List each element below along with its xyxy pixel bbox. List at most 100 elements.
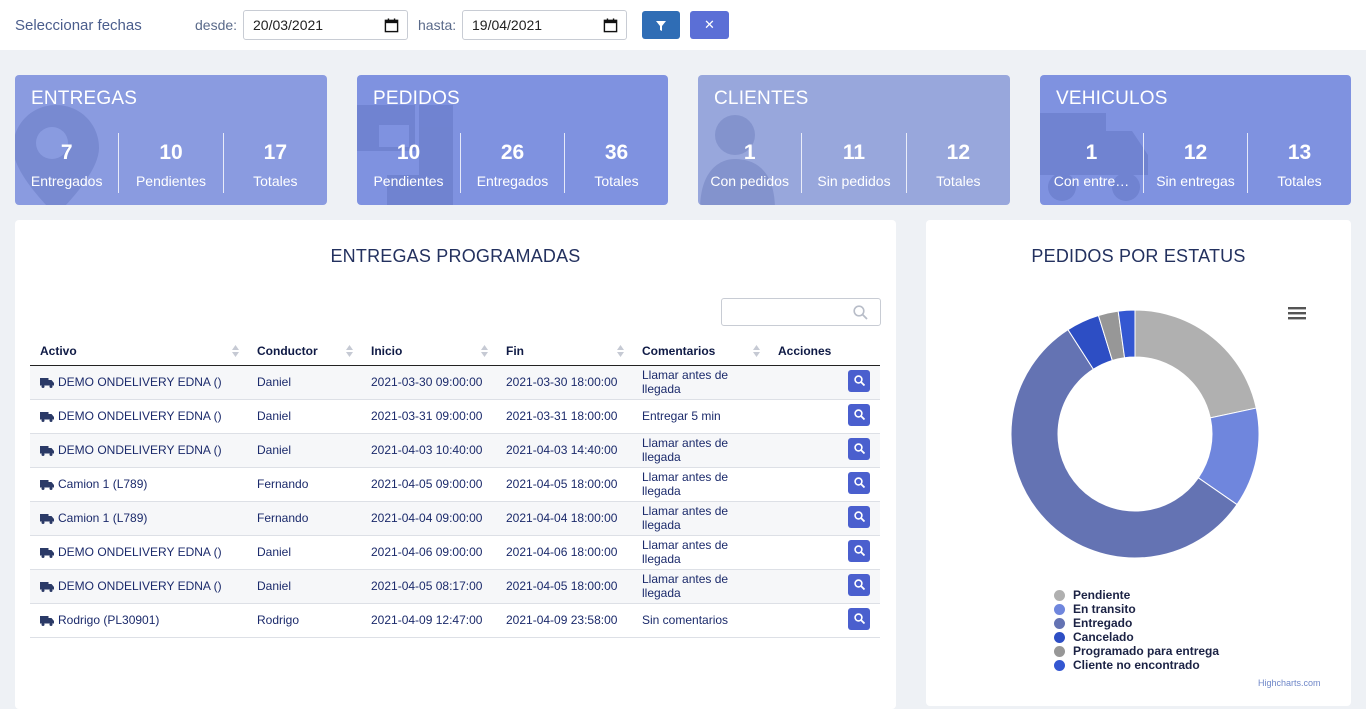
legend-label: Cliente no encontrado — [1073, 658, 1200, 672]
hamburger-menu-icon[interactable] — [1288, 306, 1306, 320]
column-header-acciones: Acciones — [768, 337, 880, 366]
view-button[interactable] — [848, 403, 870, 426]
legend-dot — [1054, 617, 1065, 629]
legend-item[interactable]: Programado para entrega — [1054, 644, 1219, 658]
stat: 11 Sin pedidos — [801, 133, 905, 193]
filter-label: Seleccionar fechas — [15, 17, 142, 34]
sort-icon — [346, 345, 353, 357]
asset-name: DEMO ONDELIVERY EDNA () — [58, 545, 222, 559]
stat-value: 7 — [60, 141, 73, 164]
table-row: DEMO ONDELIVERY EDNA () Daniel 2021-04-06 … — [30, 535, 880, 570]
stat: 10 Pendientes — [357, 133, 460, 193]
apply-filter-button[interactable] — [642, 11, 680, 39]
scheduled-deliveries-panel: ENTREGAS PROGRAMADAS Activo Conductor In… — [15, 220, 896, 709]
stat-caption: Entregados — [476, 173, 549, 189]
stat-value: 26 — [500, 141, 525, 164]
asset-name: Camion 1 (L789) — [58, 511, 148, 525]
from-date-input[interactable]: 20/03/2021 — [243, 10, 408, 40]
stat-value: 12 — [1183, 141, 1208, 164]
cell-activo: DEMO ONDELIVERY EDNA () — [30, 569, 247, 604]
cell-conductor: Daniel — [247, 433, 361, 468]
stat: 10 Pendientes — [118, 133, 222, 193]
pie-slice-pendiente[interactable] — [1134, 309, 1257, 419]
sort-icon — [232, 345, 239, 357]
search-icon — [854, 408, 865, 420]
stat-caption: Totales — [1277, 173, 1322, 189]
legend-item[interactable]: Pendiente — [1054, 588, 1219, 602]
stat-value: 11 — [842, 141, 866, 164]
legend-dot — [1054, 603, 1065, 615]
cell-comentarios: Llamar antes de llegada — [632, 467, 768, 502]
cell-acciones — [768, 535, 880, 570]
cell-inicio: 2021-03-30 09:00:00 — [361, 365, 496, 400]
cell-comentarios: Sin comentarios — [632, 603, 768, 638]
cell-conductor: Daniel — [247, 569, 361, 604]
truck-icon — [40, 445, 54, 456]
legend-dot — [1054, 631, 1065, 643]
calendar-icon[interactable] — [384, 18, 399, 33]
column-header-inicio[interactable]: Inicio — [361, 337, 496, 366]
column-header-fin[interactable]: Fin — [496, 337, 632, 366]
stat-value: 10 — [159, 141, 183, 164]
cell-comentarios: Llamar antes de llegada — [632, 535, 768, 570]
legend-dot — [1054, 659, 1065, 671]
legend-item[interactable]: En transito — [1054, 602, 1219, 616]
cell-fin: 2021-04-05 18:00:00 — [496, 569, 632, 604]
table-row: DEMO ONDELIVERY EDNA () Daniel 2021-03-30 … — [30, 365, 880, 400]
search-input[interactable] — [721, 298, 881, 326]
view-button[interactable] — [848, 607, 870, 630]
stat-value: 10 — [396, 141, 421, 164]
cell-comentarios: Entregar 5 min — [632, 399, 768, 434]
view-button[interactable] — [848, 573, 870, 596]
stat-caption: Con entre… — [1053, 173, 1130, 189]
legend-item[interactable]: Cliente no encontrado — [1054, 658, 1219, 672]
orders-by-status-panel: PEDIDOS POR ESTATUS Pendiente En transito… — [926, 220, 1351, 706]
legend-item[interactable]: Entregado — [1054, 616, 1219, 630]
cell-fin: 2021-03-30 18:00:00 — [496, 365, 632, 400]
clear-filter-button[interactable]: ✕ — [690, 11, 729, 39]
card-entregas: ENTREGAS 7 Entregados 10 Pendientes 17 Tota… — [15, 75, 327, 205]
cell-comentarios: Llamar antes de llegada — [632, 433, 768, 468]
view-button[interactable] — [848, 369, 870, 392]
truck-icon — [40, 411, 54, 422]
cell-activo: DEMO ONDELIVERY EDNA () — [30, 399, 247, 434]
card-title: PEDIDOS — [373, 88, 460, 109]
legend-item[interactable]: Cancelado — [1054, 630, 1219, 644]
close-icon: ✕ — [704, 17, 715, 32]
to-date-input[interactable]: 19/04/2021 — [462, 10, 627, 40]
stat: 17 Totales — [222, 133, 327, 193]
stat-caption: Con pedidos — [710, 173, 789, 189]
view-button[interactable] — [848, 505, 870, 528]
stat-caption: Pendientes — [373, 173, 444, 189]
card-title: CLIENTES — [714, 88, 809, 109]
cell-fin: 2021-04-05 18:00:00 — [496, 467, 632, 502]
cell-inicio: 2021-04-05 08:17:00 — [361, 569, 496, 604]
table-row: DEMO ONDELIVERY EDNA () Daniel 2021-03-31 … — [30, 399, 880, 434]
stat: 1 Con pedidos — [698, 133, 801, 193]
from-label: desde: — [195, 17, 238, 33]
cell-activo: DEMO ONDELIVERY EDNA () — [30, 535, 247, 570]
to-date-value: 19/04/2021 — [472, 17, 543, 33]
truck-icon — [40, 377, 54, 388]
view-button[interactable] — [848, 437, 870, 460]
card-title: VEHICULOS — [1056, 88, 1168, 109]
view-button[interactable] — [848, 471, 870, 494]
search-icon — [854, 374, 865, 386]
table-row: DEMO ONDELIVERY EDNA () Daniel 2021-04-03 … — [30, 433, 880, 468]
column-header-activo[interactable]: Activo — [30, 337, 247, 366]
cell-acciones — [768, 569, 880, 604]
stat: 26 Entregados — [460, 133, 564, 193]
column-header-comentarios[interactable]: Comentarios — [632, 337, 768, 366]
legend-dot — [1054, 645, 1065, 657]
cell-inicio: 2021-04-03 10:40:00 — [361, 433, 496, 468]
chart-credits[interactable]: Highcharts.com — [1258, 678, 1321, 688]
cell-acciones — [768, 365, 880, 400]
card-vehiculos: VEHICULOS 1 Con entre… 12 Sin entregas 13 T… — [1040, 75, 1351, 205]
card-title: ENTREGAS — [31, 88, 138, 109]
cell-activo: DEMO ONDELIVERY EDNA () — [30, 365, 247, 400]
stat-caption: Sin pedidos — [817, 173, 891, 189]
view-button[interactable] — [848, 539, 870, 562]
column-header-conductor[interactable]: Conductor — [247, 337, 361, 366]
cell-activo: Rodrigo (PL30901) — [30, 603, 247, 638]
calendar-icon[interactable] — [603, 18, 618, 33]
